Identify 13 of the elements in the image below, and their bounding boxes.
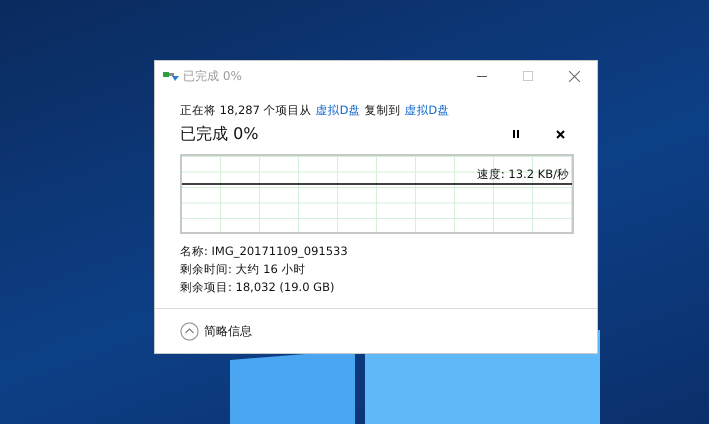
copy-icon [163, 70, 179, 82]
details-toggle[interactable]: 简略信息 [180, 322, 252, 340]
detail-text: 剩余时间: 大约 16 小时 [180, 261, 306, 278]
window-title: 已完成 0% [183, 68, 242, 85]
copy-summary: 正在将 18,287 个项目从 [180, 102, 312, 119]
detail-text: 剩余项目: 18,032 (19.0 GB) [180, 279, 336, 296]
copy-summary: 复制到 [364, 102, 400, 119]
progress-headline: 已完成 0% [180, 123, 258, 146]
location-link[interactable]: 虚拟D盘 [404, 102, 450, 120]
speed-label: 速度: 13.2 KB/秒 [476, 166, 569, 184]
detail-text: 名称: IMG_20171109_091533 [180, 243, 349, 260]
close-icon [568, 70, 580, 82]
location-link[interactable]: 虚拟D盘 [316, 102, 360, 120]
